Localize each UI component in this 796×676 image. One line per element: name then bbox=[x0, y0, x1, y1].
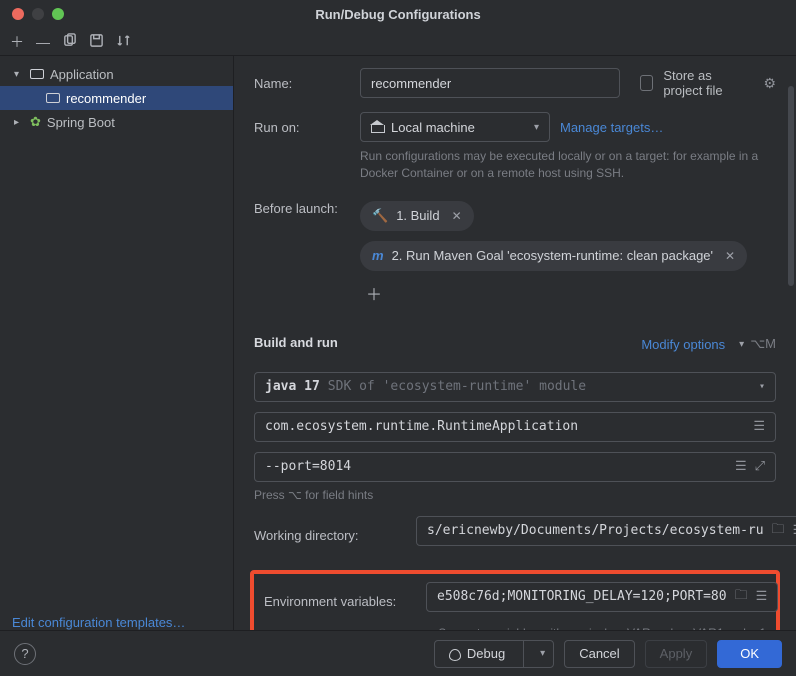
expand-icon[interactable]: ⤢ bbox=[747, 459, 765, 474]
folder-icon[interactable]: 🗀 bbox=[727, 586, 748, 608]
manage-targets-link[interactable]: Manage targets… bbox=[560, 120, 663, 135]
chevron-down-icon: ▾ bbox=[14, 69, 24, 80]
add-config-icon[interactable]: ＋ bbox=[10, 32, 24, 52]
titlebar: Run/Debug Configurations bbox=[0, 0, 796, 28]
bug-icon bbox=[447, 647, 461, 661]
config-form: Name: recommender Store as project file … bbox=[234, 56, 796, 630]
env-highlight: Environment variables: e508c76d;MONITORI… bbox=[250, 570, 780, 630]
help-icon[interactable]: ? bbox=[14, 643, 36, 665]
env-hint: Separate variables with semicolon: VAR=v… bbox=[264, 626, 766, 630]
hammer-icon: 🔨 bbox=[372, 208, 388, 224]
before-launch-maven-chip[interactable]: m 2. Run Maven Goal 'ecosystem-runtime: … bbox=[360, 241, 747, 271]
runon-select[interactable]: Local machine ▾ bbox=[360, 112, 550, 142]
list-icon[interactable]: ☰ bbox=[727, 459, 747, 474]
field-hint: Press ⌥ for field hints bbox=[254, 488, 776, 502]
remove-config-icon[interactable]: — bbox=[36, 34, 50, 50]
tree-label: recommender bbox=[66, 91, 146, 106]
close-window-icon[interactable] bbox=[12, 8, 24, 20]
config-tree: ▾ Application recommender ▸ ✿ Spring Boo… bbox=[0, 56, 234, 630]
application-type-icon bbox=[30, 69, 44, 79]
remove-chip-icon[interactable]: ✕ bbox=[448, 209, 462, 223]
tree-group-spring-boot[interactable]: ▸ ✿ Spring Boot bbox=[0, 110, 233, 134]
ok-button[interactable]: OK bbox=[717, 640, 782, 668]
edit-templates-link[interactable]: Edit configuration templates… bbox=[0, 605, 233, 630]
list-icon[interactable]: ☰ bbox=[748, 589, 768, 604]
folder-icon[interactable]: 🗀 bbox=[764, 520, 785, 542]
dialog-footer: ? Debug ▾ Cancel Apply OK bbox=[0, 630, 796, 676]
program-args-input[interactable]: --port=8014 ☰ ⤢ bbox=[254, 452, 776, 482]
config-toolbar: ＋ — bbox=[0, 28, 796, 56]
store-as-file-checkbox[interactable] bbox=[640, 75, 653, 91]
zoom-window-icon[interactable] bbox=[52, 8, 64, 20]
tree-group-application[interactable]: ▾ Application bbox=[0, 62, 233, 86]
sort-config-icon[interactable] bbox=[116, 33, 131, 51]
name-label: Name: bbox=[254, 76, 350, 91]
add-before-launch-icon[interactable]: ＋ bbox=[366, 281, 382, 305]
env-input[interactable]: e508c76d;MONITORING_DELAY=120;PORT=80 🗀 … bbox=[426, 582, 778, 612]
application-type-icon bbox=[46, 93, 60, 103]
build-run-title: Build and run bbox=[254, 335, 338, 350]
minimize-window-icon[interactable] bbox=[32, 8, 44, 20]
name-input[interactable]: recommender bbox=[360, 68, 620, 98]
remove-chip-icon[interactable]: ✕ bbox=[721, 249, 735, 263]
list-icon[interactable]: ☰ bbox=[745, 419, 765, 434]
tree-label: Spring Boot bbox=[47, 115, 115, 130]
chevron-right-icon: ▸ bbox=[14, 117, 24, 128]
main-class-input[interactable]: com.ecosystem.runtime.RuntimeApplication… bbox=[254, 412, 776, 442]
tree-label: Application bbox=[50, 67, 114, 82]
gear-icon[interactable]: ⚙ bbox=[763, 75, 776, 92]
maven-icon: m bbox=[372, 248, 384, 263]
store-as-file-label: Store as project file bbox=[663, 68, 753, 98]
before-launch-label: Before launch: bbox=[254, 201, 350, 216]
spring-leaf-icon: ✿ bbox=[30, 114, 41, 130]
tree-item-recommender[interactable]: recommender bbox=[0, 86, 233, 110]
jdk-select[interactable]: java 17 SDK of 'ecosystem-runtime' modul… bbox=[254, 372, 776, 402]
runon-label: Run on: bbox=[254, 120, 350, 135]
before-launch-build-chip[interactable]: 🔨 1. Build ✕ bbox=[360, 201, 474, 231]
modify-options-link[interactable]: Modify options ▾ ⌥M bbox=[641, 336, 776, 352]
debug-button[interactable]: Debug ▾ bbox=[434, 640, 554, 668]
runon-hint: Run configurations may be executed local… bbox=[360, 148, 760, 183]
cancel-button[interactable]: Cancel bbox=[564, 640, 634, 668]
chevron-down-icon: ▾ bbox=[731, 339, 744, 350]
env-label: Environment variables: bbox=[264, 594, 416, 609]
workdir-label: Working directory: bbox=[254, 528, 406, 543]
scrollbar[interactable] bbox=[788, 56, 794, 630]
copy-config-icon[interactable] bbox=[62, 33, 77, 51]
window-controls bbox=[0, 8, 64, 20]
workdir-input[interactable]: s/ericnewby/Documents/Projects/ecosystem… bbox=[416, 516, 796, 546]
window-title: Run/Debug Configurations bbox=[0, 7, 796, 22]
debug-dropdown-icon[interactable]: ▾ bbox=[523, 641, 553, 667]
chevron-down-icon: ▾ bbox=[751, 381, 765, 392]
home-icon bbox=[371, 121, 383, 133]
save-config-icon[interactable] bbox=[89, 33, 104, 51]
apply-button: Apply bbox=[645, 640, 708, 668]
chevron-down-icon: ▾ bbox=[526, 122, 539, 133]
